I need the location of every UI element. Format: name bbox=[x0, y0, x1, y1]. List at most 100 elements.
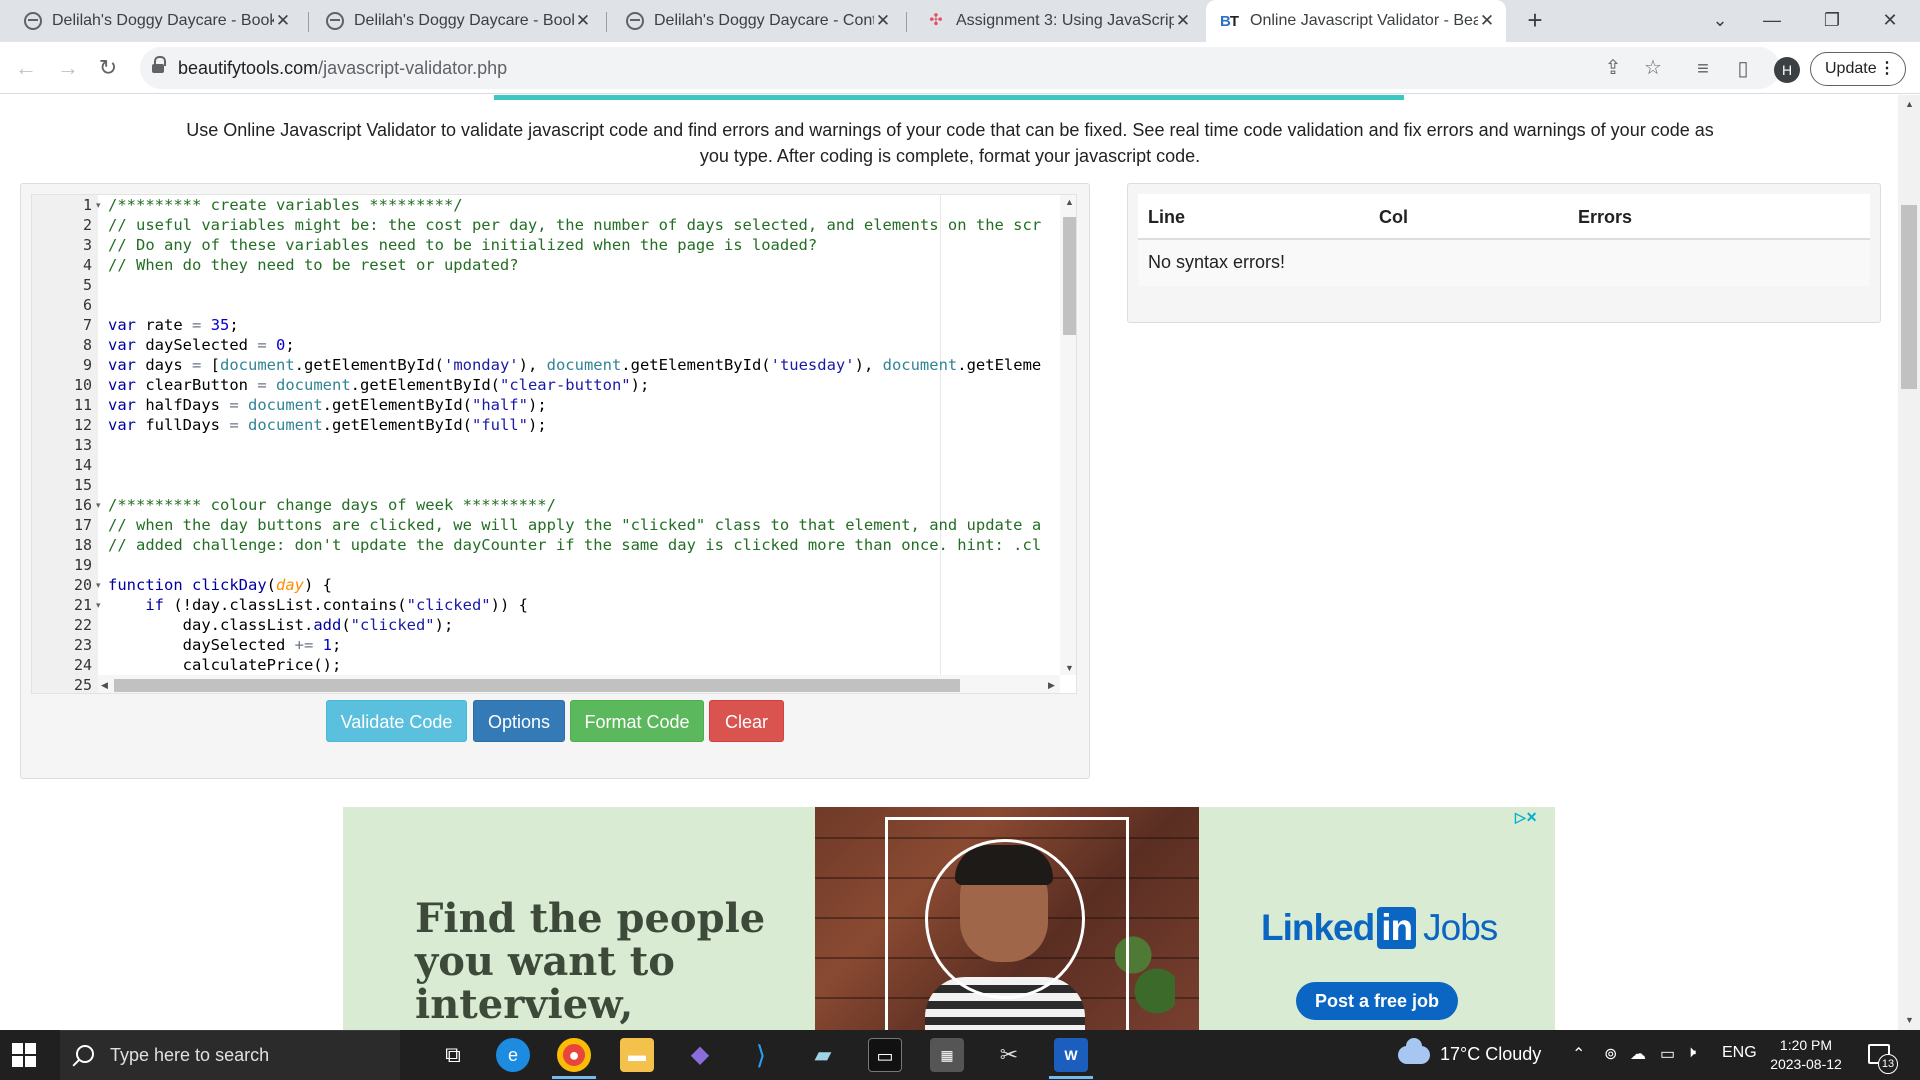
line-number: 10 bbox=[73, 376, 92, 394]
validate-code-button[interactable]: Validate Code bbox=[326, 700, 467, 742]
editor-vertical-scrollbar[interactable]: ▲ ▼ bbox=[1060, 195, 1076, 675]
system-clock[interactable]: 1:20 PM 2023-08-12 bbox=[1768, 1036, 1844, 1074]
word-icon[interactable]: W bbox=[1054, 1038, 1088, 1072]
language-indicator[interactable]: ENG bbox=[1722, 1044, 1757, 1062]
snipping-tool-icon[interactable]: ✂ bbox=[992, 1038, 1026, 1072]
line-number: 4 bbox=[82, 256, 92, 274]
code-line: if (!day.classList.contains("clicked")) … bbox=[145, 596, 528, 614]
taskbar-search-box[interactable]: Type here to search bbox=[60, 1030, 400, 1080]
print-margin bbox=[940, 195, 941, 675]
editor-vertical-scroll-thumb[interactable] bbox=[1063, 217, 1076, 335]
close-icon[interactable]: ✕ bbox=[1174, 11, 1192, 31]
code-line: // Do any of these variables need to be … bbox=[108, 236, 818, 254]
line-number: 22 bbox=[73, 616, 92, 634]
windows-start-icon[interactable] bbox=[12, 1043, 36, 1067]
column-header-line: Line bbox=[1148, 207, 1186, 227]
forward-arrow-icon[interactable]: → bbox=[52, 52, 84, 84]
code-line: var daySelected = 0; bbox=[108, 336, 295, 354]
url-text[interactable]: beautifytools.com/javascript-validator.p… bbox=[178, 58, 507, 79]
active-app-indicator bbox=[552, 1076, 596, 1079]
editor-panel: 1 ▾ 2 3 4 5 6 7 8 9 10 11 12 13 14 15 16 ▾ 17 18 19 20 ▾ 21 ▾ 22 2… bbox=[20, 183, 1090, 779]
scroll-up-arrow-icon: ▲ bbox=[1065, 197, 1074, 207]
browser-tab-contact[interactable]: Delilah's Doggy Daycare - Contac ✕ bbox=[602, 0, 902, 42]
format-code-button[interactable]: Format Code bbox=[570, 700, 704, 742]
ad-choices-icon[interactable]: ▷✕ bbox=[1515, 809, 1538, 826]
bookmark-star-icon[interactable]: ☆ bbox=[1640, 55, 1666, 81]
reading-list-icon[interactable]: ≡ bbox=[1690, 56, 1716, 82]
bt-logo-icon: BT bbox=[1220, 12, 1239, 30]
terminal-icon[interactable]: ▭ bbox=[868, 1038, 902, 1072]
weather-text[interactable]: 17°C Cloudy bbox=[1440, 1044, 1541, 1065]
line-number: 6 bbox=[82, 296, 92, 314]
close-icon[interactable]: ✕ bbox=[874, 11, 892, 31]
chrome-icon[interactable]: ● bbox=[557, 1038, 591, 1072]
globe-icon bbox=[626, 12, 644, 30]
close-icon[interactable]: ✕ bbox=[574, 11, 592, 31]
new-tab-button[interactable]: + bbox=[1520, 6, 1550, 36]
minimize-button[interactable]: — bbox=[1742, 0, 1802, 42]
browser-tab-assignment[interactable]: ✣ Assignment 3: Using JavaScript a ✕ bbox=[902, 0, 1202, 42]
browser-tab-booking-1[interactable]: Delilah's Doggy Daycare - Bookir ✕ bbox=[0, 0, 302, 42]
post-free-job-button[interactable]: Post a free job bbox=[1296, 982, 1458, 1020]
scroll-left-arrow-icon: ◀ bbox=[101, 680, 108, 690]
edge-icon[interactable]: e bbox=[496, 1038, 530, 1072]
page-scroll-thumb[interactable] bbox=[1901, 205, 1917, 389]
code-editor[interactable]: 1 ▾ 2 3 4 5 6 7 8 9 10 11 12 13 14 15 16 ▾ 17 18 19 20 ▾ 21 ▾ 22 2… bbox=[31, 194, 1077, 694]
editor-horizontal-scroll-thumb[interactable] bbox=[114, 679, 960, 692]
results-panel: Line Col Errors No syntax errors! bbox=[1127, 183, 1881, 323]
search-placeholder: Type here to search bbox=[110, 1045, 270, 1065]
tab-search-chevron-icon[interactable]: ⌄ bbox=[1690, 0, 1750, 42]
file-explorer-icon[interactable]: ▬ bbox=[620, 1038, 654, 1072]
code-line: var rate = 35; bbox=[108, 316, 239, 334]
code-text-area[interactable]: /********* create variables *********/ /… bbox=[100, 195, 1060, 675]
notification-count-badge: 13 bbox=[1878, 1054, 1898, 1074]
calculator-icon[interactable]: ▦ bbox=[930, 1038, 964, 1072]
ad-photo bbox=[815, 807, 1199, 1030]
code-line: // added challenge: don't update the day… bbox=[108, 536, 1042, 554]
close-icon[interactable]: ✕ bbox=[1478, 11, 1496, 31]
page-scrollbar[interactable]: ▲ ▼ bbox=[1898, 95, 1920, 1030]
close-window-button[interactable]: ✕ bbox=[1860, 0, 1920, 42]
windows-taskbar: Type here to search ⧉ e ● ▬ ◆ ⟩ ▰ ▭ ▦ ✂ … bbox=[0, 1030, 1920, 1080]
update-button[interactable]: Update ⋮ bbox=[1810, 52, 1906, 86]
page-viewport: Use Online Javascript Validator to valid… bbox=[0, 95, 1898, 1030]
editor-horizontal-scrollbar[interactable]: ◀ ▶ bbox=[98, 675, 1060, 693]
linkedin-jobs-logo: Linked in Jobs bbox=[1261, 907, 1498, 949]
code-line: /********* colour change days of week **… bbox=[108, 496, 556, 514]
meet-now-icon[interactable]: ⊚ bbox=[1604, 1044, 1617, 1064]
browser-tab-validator[interactable]: BT Online Javascript Validator - Beau ✕ bbox=[1206, 0, 1506, 42]
onedrive-icon[interactable]: ☁ bbox=[1630, 1044, 1646, 1064]
line-number: 24 bbox=[73, 656, 92, 674]
task-view-icon[interactable]: ⧉ bbox=[436, 1038, 470, 1072]
linkedin-jobs-ad[interactable]: Find the people you want to interview, f… bbox=[343, 807, 1555, 1030]
options-button[interactable]: Options bbox=[473, 700, 565, 742]
side-panel-icon[interactable]: ▯ bbox=[1730, 56, 1756, 82]
close-icon[interactable]: ✕ bbox=[274, 11, 292, 31]
code-line: // When do they need to be reset or upda… bbox=[108, 256, 519, 274]
browser-tab-booking-2[interactable]: Delilah's Doggy Daycare - Bookir ✕ bbox=[302, 0, 602, 42]
cloudy-weather-icon[interactable] bbox=[1398, 1038, 1430, 1064]
browser-tab-strip: Delilah's Doggy Daycare - Bookir ✕ Delil… bbox=[0, 0, 1920, 42]
no-errors-message: No syntax errors! bbox=[1148, 252, 1286, 272]
vscode-icon[interactable]: ⟩ bbox=[744, 1038, 778, 1072]
profile-avatar[interactable]: H bbox=[1774, 57, 1800, 83]
puzzle-icon: ✣ bbox=[929, 12, 943, 29]
results-header-row: Line Col Errors bbox=[1138, 194, 1870, 240]
reload-icon[interactable]: ↻ bbox=[92, 52, 124, 84]
network-icon[interactable]: ▭ bbox=[1660, 1044, 1675, 1064]
share-icon[interactable]: ⇪ bbox=[1600, 55, 1626, 81]
clear-button[interactable]: Clear bbox=[709, 700, 784, 742]
address-bar[interactable]: beautifytools.com/javascript-validator.p… bbox=[140, 47, 1780, 89]
back-arrow-icon[interactable]: ← bbox=[10, 52, 42, 84]
line-number: 17 bbox=[73, 516, 92, 534]
volume-icon[interactable]: 🕨 bbox=[1686, 1044, 1696, 1062]
restore-button[interactable]: ❐ bbox=[1802, 0, 1862, 42]
code-line: var days = [document.getElementById('mon… bbox=[108, 356, 1042, 374]
app-icon[interactable]: ◆ bbox=[683, 1038, 717, 1072]
scroll-right-arrow-icon: ▶ bbox=[1048, 680, 1055, 690]
line-number: 25 bbox=[73, 676, 92, 694]
line-number: 5 bbox=[82, 276, 92, 294]
notepad-icon[interactable]: ▰ bbox=[806, 1038, 840, 1072]
lock-icon[interactable] bbox=[152, 56, 166, 75]
tray-chevron-icon[interactable]: ⌃ bbox=[1572, 1044, 1585, 1064]
